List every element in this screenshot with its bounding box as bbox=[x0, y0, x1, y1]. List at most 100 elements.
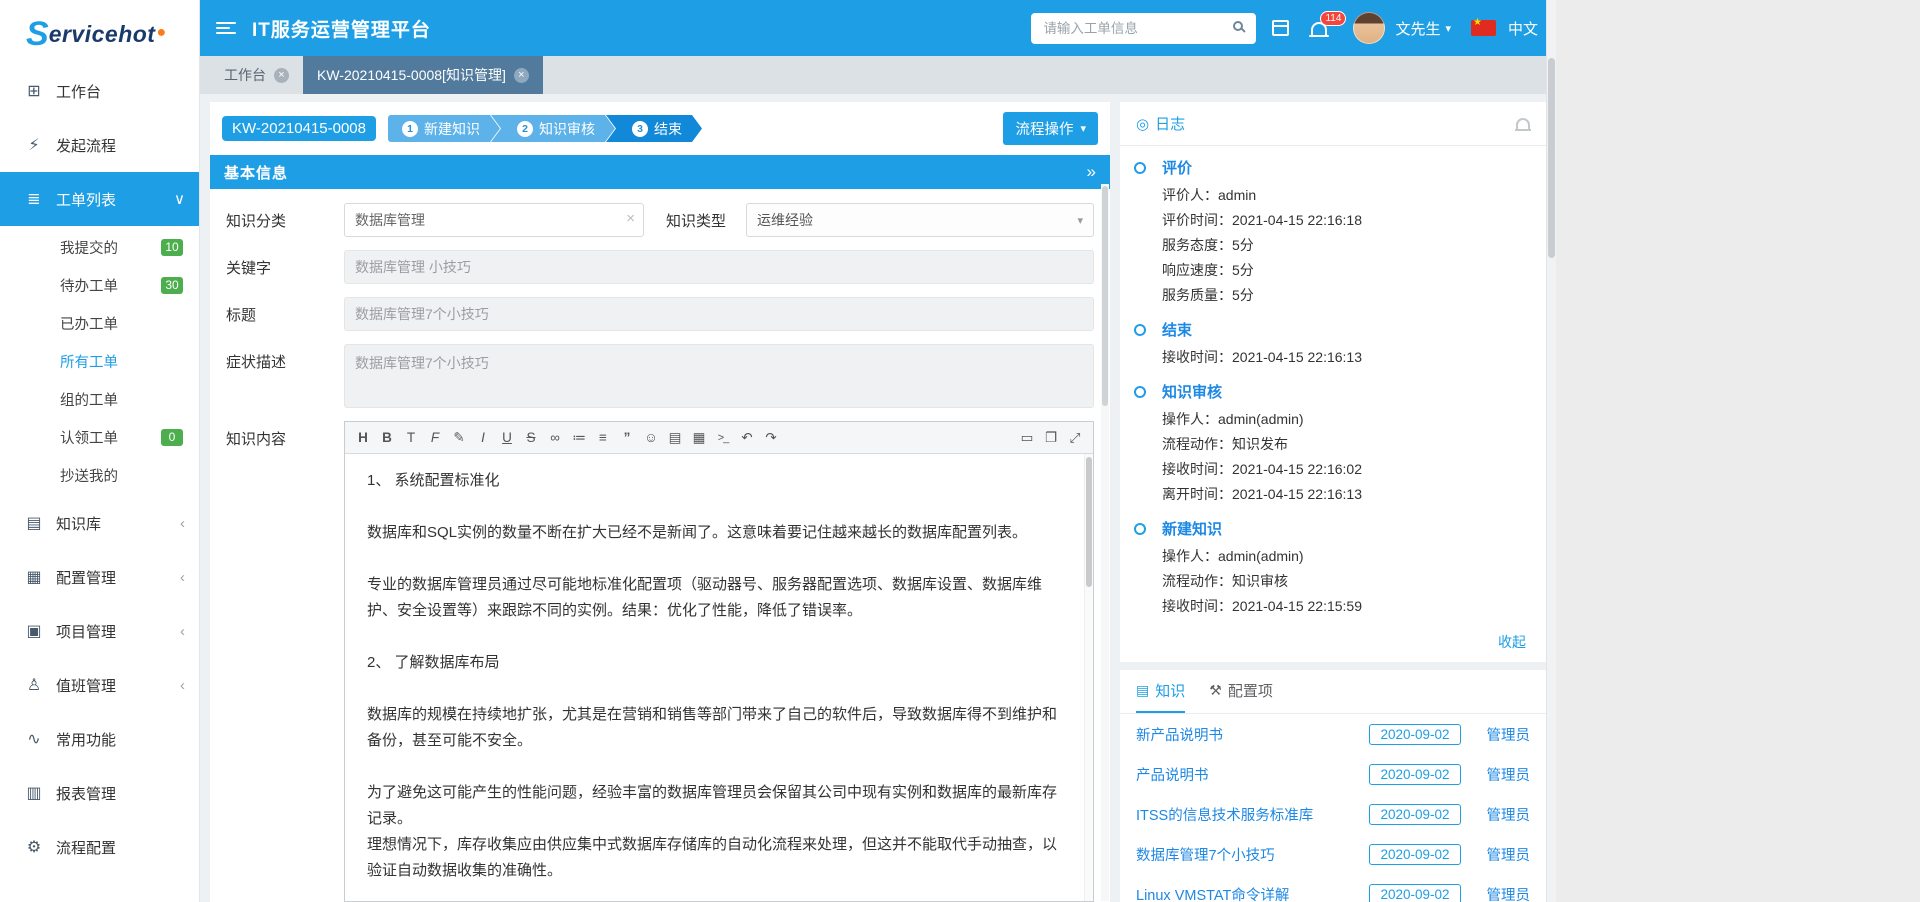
avatar[interactable] bbox=[1353, 12, 1385, 44]
sidebar-nav: ⊞ 工作台 ⚡ 发起流程 ≣ 工单列表 ∨ 我提交的 10 待办工单 30 bbox=[0, 64, 199, 874]
tab-knowledge-ticket[interactable]: KW-20210415-0008[知识管理] × bbox=[303, 56, 543, 94]
submenu-item-group-tickets[interactable]: 组的工单 bbox=[0, 380, 199, 418]
log-entry-line: 响应速度：5分 bbox=[1162, 258, 1532, 283]
sidebar-item-label: 项目管理 bbox=[56, 621, 180, 642]
sidebar-item-process-config[interactable]: ⚙ 流程配置 bbox=[0, 820, 199, 874]
knowledge-link[interactable]: 新产品说明书 bbox=[1136, 724, 1361, 745]
search-icon[interactable] bbox=[1233, 21, 1243, 31]
code-icon[interactable]: >_ bbox=[711, 426, 735, 450]
submenu-item-done[interactable]: 已办工单 bbox=[0, 304, 199, 342]
type-select[interactable]: 运维经验 ▾ bbox=[746, 203, 1094, 237]
submenu-item-pending[interactable]: 待办工单 30 bbox=[0, 266, 199, 304]
table-icon[interactable]: ▦ bbox=[687, 426, 711, 450]
timeline-dot bbox=[1134, 324, 1146, 336]
user-menu[interactable]: 文先生 ▾ bbox=[1395, 18, 1451, 39]
tab-config-items[interactable]: ⚒ 配置项 bbox=[1209, 670, 1273, 713]
ticket-id-badge: KW-20210415-0008 bbox=[222, 116, 376, 141]
split-view-icon[interactable]: ❐ bbox=[1039, 426, 1063, 450]
knowledge-link[interactable]: ITSS的信息技术服务标准库 bbox=[1136, 804, 1361, 825]
language-switcher[interactable]: 中文 bbox=[1508, 18, 1538, 39]
sidebar-item-duty-mgmt[interactable]: ♙ 值班管理 ‹ bbox=[0, 658, 199, 712]
close-icon[interactable]: × bbox=[274, 68, 289, 83]
sidebar-item-config-mgmt[interactable]: ▦ 配置管理 ‹ bbox=[0, 550, 199, 604]
sidebar-item-project-mgmt[interactable]: ▣ 项目管理 ‹ bbox=[0, 604, 199, 658]
log-entry-title[interactable]: 知识审核 bbox=[1162, 382, 1532, 404]
sidebar-item-common-functions[interactable]: ∿ 常用功能 bbox=[0, 712, 199, 766]
alarm-bell-icon[interactable] bbox=[1516, 118, 1530, 129]
sidebar-item-workbench[interactable]: ⊞ 工作台 bbox=[0, 64, 199, 118]
sidebar-item-report-mgmt[interactable]: ▥ 报表管理 bbox=[0, 766, 199, 820]
submenu-item-claim-tickets[interactable]: 认领工单 0 bbox=[0, 418, 199, 456]
knowledge-link[interactable]: Linux VMSTAT命令详解 bbox=[1136, 884, 1361, 902]
text-size-icon[interactable]: T bbox=[399, 426, 423, 450]
log-entry: 结束 接收时间：2021-04-15 22:16:13 bbox=[1134, 320, 1532, 370]
editor-content[interactable]: 1、 系统配置标准化 数据库和SQL实例的数量不断在扩大已经不是新闻了。这意味着… bbox=[345, 454, 1093, 901]
flag-icon[interactable]: ★ bbox=[1471, 20, 1496, 36]
symptom-textarea[interactable]: 数据库管理7个小技巧 bbox=[344, 344, 1094, 408]
lightning-icon: ⚡ bbox=[24, 135, 44, 155]
bold-icon[interactable]: B bbox=[375, 426, 399, 450]
italic-icon[interactable]: I bbox=[471, 426, 495, 450]
preview-icon[interactable]: ▭ bbox=[1015, 426, 1039, 450]
knowledge-author[interactable]: 管理员 bbox=[1487, 884, 1531, 902]
rich-text-editor: H B T F ✎ I U S ∞ ≔ bbox=[344, 421, 1094, 902]
clear-icon[interactable]: × bbox=[626, 210, 635, 227]
collapse-section-icon[interactable]: » bbox=[1087, 162, 1096, 182]
collapse-log-link[interactable]: 收起 bbox=[1120, 628, 1546, 662]
underline-icon[interactable]: U bbox=[495, 426, 519, 450]
link-icon[interactable]: ∞ bbox=[543, 426, 567, 450]
knowledge-author[interactable]: 管理员 bbox=[1487, 844, 1531, 865]
undo-icon[interactable]: ↶ bbox=[735, 426, 759, 450]
category-input[interactable] bbox=[344, 203, 644, 237]
pencil-icon[interactable]: ✎ bbox=[447, 426, 471, 450]
sidebar-item-knowledge-base[interactable]: ▤ 知识库 ‹ bbox=[0, 496, 199, 550]
close-icon[interactable]: × bbox=[514, 68, 529, 83]
quote-icon[interactable]: ” bbox=[615, 426, 639, 450]
package-icon[interactable] bbox=[1272, 20, 1289, 36]
font-icon[interactable]: F bbox=[423, 426, 447, 450]
heading-icon[interactable]: H bbox=[351, 426, 375, 450]
fullscreen-icon[interactable]: ⤢ bbox=[1063, 426, 1087, 450]
submenu-item-cc-me[interactable]: 抄送我的 bbox=[0, 456, 199, 494]
knowledge-link[interactable]: 产品说明书 bbox=[1136, 764, 1361, 785]
sidebar-item-start-process[interactable]: ⚡ 发起流程 bbox=[0, 118, 199, 172]
knowledge-author[interactable]: 管理员 bbox=[1487, 764, 1531, 785]
logo-s: S bbox=[26, 20, 49, 48]
menu-icon[interactable] bbox=[216, 22, 236, 34]
knowledge-link[interactable]: 数据库管理7个小技巧 bbox=[1136, 844, 1361, 865]
tools-icon: ⚒ bbox=[1209, 682, 1222, 699]
log-entry-title[interactable]: 结束 bbox=[1162, 320, 1532, 342]
log-entry-title[interactable]: 新建知识 bbox=[1162, 519, 1532, 541]
sidebar-item-label: 流程配置 bbox=[56, 837, 185, 858]
editor-scrollbar[interactable] bbox=[1084, 454, 1093, 901]
sidebar-item-ticket-list[interactable]: ≣ 工单列表 ∨ bbox=[0, 172, 199, 226]
knowledge-author[interactable]: 管理员 bbox=[1487, 724, 1531, 745]
chevron-left-icon: ‹ bbox=[180, 515, 185, 532]
log-entry-title[interactable]: 评价 bbox=[1162, 158, 1532, 180]
tab-knowledge[interactable]: ▤ 知识 bbox=[1136, 670, 1185, 713]
knowledge-row: Linux VMSTAT命令详解 2020-09-02 管理员 bbox=[1120, 874, 1546, 902]
emoji-icon[interactable]: ☺ bbox=[639, 426, 663, 450]
submenu-item-all-tickets[interactable]: 所有工单 bbox=[0, 342, 199, 380]
align-icon[interactable]: ≡ bbox=[591, 426, 615, 450]
form-scrollbar[interactable] bbox=[1101, 184, 1109, 901]
strikethrough-icon[interactable]: S bbox=[519, 426, 543, 450]
notifications-button[interactable]: 114 bbox=[1311, 22, 1327, 35]
process-action-button[interactable]: 流程操作 ▾ bbox=[1003, 112, 1098, 145]
tab-bar: 工作台 × KW-20210415-0008[知识管理] × bbox=[200, 56, 1556, 94]
search-input[interactable] bbox=[1031, 13, 1256, 44]
submenu-item-my-submitted[interactable]: 我提交的 10 bbox=[0, 228, 199, 266]
image-icon[interactable]: ▤ bbox=[663, 426, 687, 450]
list-icon[interactable]: ≔ bbox=[567, 426, 591, 450]
redo-icon[interactable]: ↷ bbox=[759, 426, 783, 450]
tab-workbench[interactable]: 工作台 × bbox=[210, 56, 303, 94]
knowledge-date: 2020-09-02 bbox=[1369, 804, 1460, 825]
keyword-input[interactable] bbox=[344, 250, 1094, 284]
title-label: 标题 bbox=[226, 297, 344, 331]
window-scrollbar[interactable] bbox=[1546, 0, 1556, 902]
symptom-label: 症状描述 bbox=[226, 344, 344, 408]
knowledge-author[interactable]: 管理员 bbox=[1487, 804, 1531, 825]
editor-paragraph: 数据库和SQL实例的数量不断在扩大已经不是新闻了。这意味着要记住越来越长的数据库… bbox=[367, 520, 1063, 546]
ticket-submenu: 我提交的 10 待办工单 30 已办工单 所有工单 组的工单 bbox=[0, 226, 199, 496]
title-input[interactable] bbox=[344, 297, 1094, 331]
